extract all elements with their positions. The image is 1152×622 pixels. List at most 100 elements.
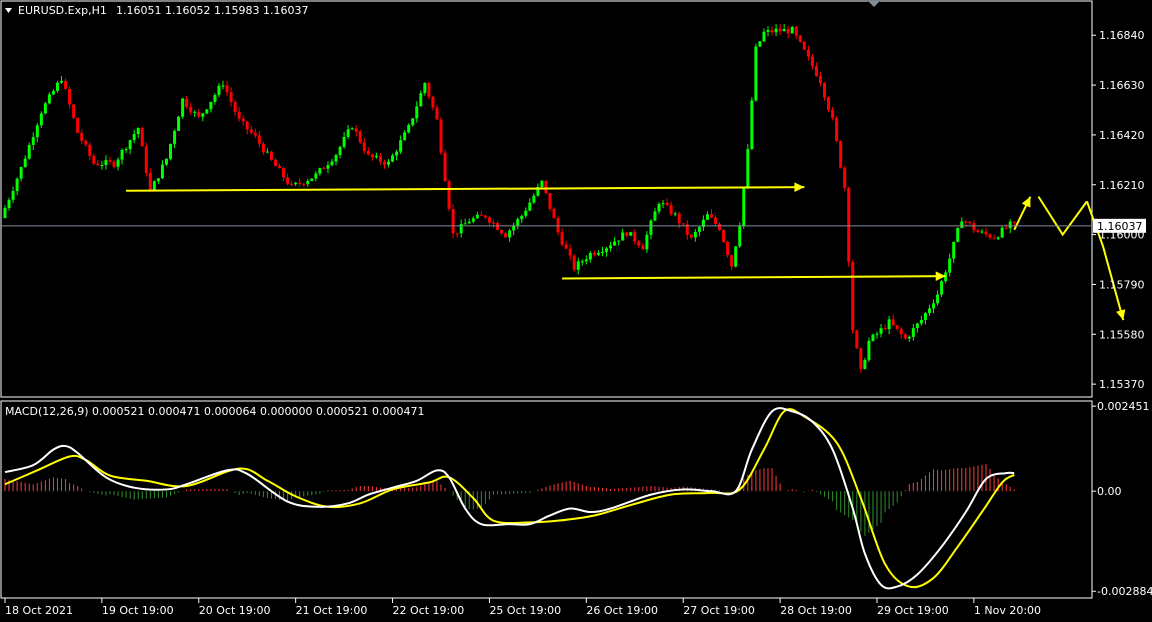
candle-bear bbox=[72, 104, 76, 118]
candle-bear bbox=[988, 234, 992, 238]
candle-bull bbox=[7, 199, 11, 209]
candle-bear bbox=[197, 111, 201, 117]
candle-bear bbox=[810, 56, 814, 67]
candle-bull bbox=[43, 103, 47, 114]
candle-bull bbox=[330, 161, 334, 166]
candle-bear bbox=[479, 214, 483, 216]
candle-bull bbox=[923, 313, 927, 321]
candle-bull bbox=[104, 160, 108, 166]
candle-bear bbox=[681, 223, 685, 225]
candle-bull bbox=[528, 202, 532, 211]
candle-bull bbox=[60, 80, 64, 83]
candle-bear bbox=[847, 187, 851, 262]
candle-bear bbox=[370, 154, 374, 158]
candle-bull bbox=[100, 165, 104, 167]
candle-bull bbox=[387, 161, 391, 165]
candle-bull bbox=[774, 28, 778, 33]
candle-bull bbox=[47, 94, 51, 104]
candle-bear bbox=[92, 155, 96, 164]
candle-bull bbox=[532, 195, 536, 203]
candle-bull bbox=[11, 191, 15, 200]
macd-axis-label: 0.002451 bbox=[1097, 400, 1150, 413]
candle-bull bbox=[221, 85, 225, 87]
candle-bear bbox=[443, 152, 447, 182]
candle-bull bbox=[31, 137, 35, 145]
candle-bull bbox=[156, 178, 160, 182]
candle-bear bbox=[786, 29, 790, 34]
candle-bull bbox=[540, 180, 544, 188]
price-axis-label: 1.15370 bbox=[1099, 378, 1145, 391]
candle-bear bbox=[278, 166, 282, 169]
candle-bear bbox=[185, 98, 189, 107]
candle-bear bbox=[851, 261, 855, 331]
candle-bear bbox=[984, 231, 988, 235]
time-axis-label: 22 Oct 19:00 bbox=[393, 604, 465, 617]
candle-bull bbox=[576, 261, 580, 270]
candle-bull bbox=[927, 308, 931, 314]
candle-bull bbox=[584, 259, 588, 262]
candle-bull bbox=[609, 245, 613, 249]
candle-bear bbox=[257, 135, 261, 144]
candle-bull bbox=[996, 237, 1000, 239]
candle-bear bbox=[964, 221, 968, 223]
candle-bear bbox=[241, 118, 245, 122]
candle-bear bbox=[1012, 221, 1016, 223]
candle-bull bbox=[766, 30, 770, 32]
candle-bull bbox=[746, 149, 750, 188]
time-axis-label: 27 Oct 19:00 bbox=[683, 604, 755, 617]
chart-symbol-label: EURUSD.Exp,H1 bbox=[18, 4, 107, 17]
candle-bull bbox=[342, 136, 346, 147]
candle-bull bbox=[471, 218, 475, 222]
candle-bear bbox=[722, 229, 726, 242]
candle-bull bbox=[673, 213, 677, 215]
candle-bear bbox=[669, 205, 673, 215]
candle-bull bbox=[201, 113, 205, 117]
trading-chart: 1.168401.166301.164201.162101.160001.157… bbox=[0, 0, 1152, 622]
candle-bear bbox=[572, 255, 576, 270]
candle-bull bbox=[617, 240, 621, 242]
candle-bull bbox=[588, 252, 592, 260]
candle-bear bbox=[431, 96, 435, 108]
candle-bull bbox=[152, 181, 156, 191]
candle-bear bbox=[827, 97, 831, 110]
macd-axis-label: 0.00 bbox=[1097, 485, 1122, 498]
candle-bull bbox=[338, 146, 342, 156]
candle-bull bbox=[415, 106, 419, 119]
candle-bear bbox=[302, 183, 306, 185]
candle-bull bbox=[423, 82, 427, 94]
candle-bull bbox=[403, 132, 407, 141]
candle-bull bbox=[750, 100, 754, 150]
candle-bear bbox=[144, 146, 148, 173]
candle-bull bbox=[169, 143, 173, 159]
candle-bear bbox=[891, 319, 895, 326]
candle-bear bbox=[641, 245, 645, 250]
candle-bear bbox=[298, 182, 302, 184]
candle-bull bbox=[217, 85, 221, 95]
candle-bull bbox=[758, 41, 762, 47]
candle-bull bbox=[306, 180, 310, 185]
candle-bull bbox=[605, 248, 609, 252]
macd-axis-label: -0.002884 bbox=[1097, 585, 1152, 598]
candle-bull bbox=[520, 215, 524, 220]
current-price-label: 1.16037 bbox=[1097, 220, 1143, 233]
candle-bull bbox=[697, 227, 701, 232]
candle-bear bbox=[1004, 227, 1008, 229]
candle-bear bbox=[972, 223, 976, 231]
price-axis-label: 1.16630 bbox=[1099, 79, 1145, 92]
price-axis-label: 1.16210 bbox=[1099, 179, 1145, 192]
candle-bear bbox=[798, 35, 802, 42]
candle-bear bbox=[96, 163, 100, 166]
candle-bear bbox=[273, 159, 277, 167]
candle-bull bbox=[754, 46, 758, 101]
candle-bull bbox=[334, 155, 338, 162]
candle-bear bbox=[633, 232, 637, 242]
candle-bull bbox=[600, 251, 604, 253]
candle-bear bbox=[435, 107, 439, 120]
price-axis-label: 1.15790 bbox=[1099, 278, 1145, 291]
candle-bull bbox=[932, 303, 936, 309]
candle-bull bbox=[613, 241, 617, 246]
candle-bear bbox=[818, 76, 822, 83]
candle-bear bbox=[261, 143, 265, 153]
candle-bull bbox=[948, 258, 952, 273]
candle-bull bbox=[940, 281, 944, 295]
